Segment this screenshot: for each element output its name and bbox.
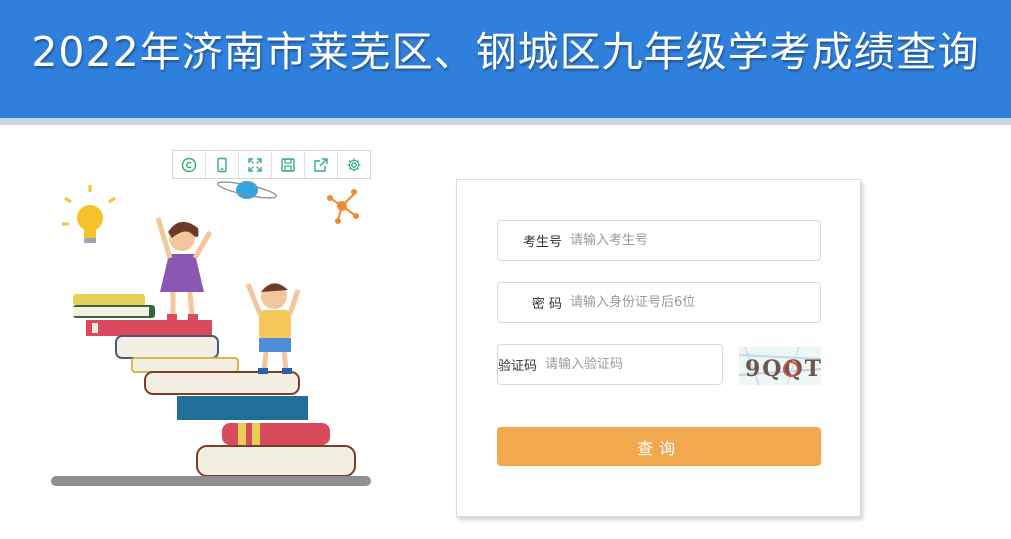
mobile-view-button[interactable] <box>206 151 239 178</box>
header-bar: 2022年济南市莱芜区、钢城区九年级学考成绩查询 <box>0 0 1011 118</box>
page-title: 2022年济南市莱芜区、钢城区九年级学考成绩查询 <box>31 28 980 76</box>
password-input[interactable] <box>570 283 820 322</box>
toolbar <box>172 150 371 179</box>
lightbulb-icon <box>62 185 116 243</box>
share-button[interactable] <box>305 151 338 178</box>
save-button[interactable] <box>272 151 305 178</box>
password-field: 密 码 <box>497 282 821 323</box>
exam-id-input[interactable] <box>570 221 820 260</box>
captcha-label: 验证码 <box>498 359 538 374</box>
exam-id-field: 考生号 <box>497 220 821 261</box>
gear-icon <box>347 158 361 171</box>
copyright-icon <box>181 157 197 172</box>
settings-button[interactable] <box>338 151 370 178</box>
students-on-books-illustration <box>51 181 371 486</box>
captcha-image[interactable]: 9QQT <box>739 347 821 385</box>
query-form-card: 考生号 密 码 验证码 9QQT 查询 <box>456 179 861 517</box>
molecule-icon <box>327 189 359 224</box>
header-divider <box>0 118 1011 125</box>
password-label: 密 码 <box>531 297 562 312</box>
fullscreen-icon <box>248 157 262 172</box>
boy-figure <box>245 283 301 374</box>
girl-figure <box>155 217 213 320</box>
share-icon <box>314 157 328 172</box>
copyright-button[interactable] <box>173 151 206 178</box>
save-icon <box>281 157 295 172</box>
query-button[interactable]: 查询 <box>497 427 821 466</box>
mobile-icon <box>217 157 227 172</box>
book-stack <box>51 294 371 486</box>
fullscreen-button[interactable] <box>239 151 272 178</box>
captcha-input[interactable] <box>545 345 724 384</box>
planet-icon <box>216 181 278 199</box>
captcha-field: 验证码 <box>497 344 724 385</box>
exam-id-label: 考生号 <box>522 235 562 250</box>
